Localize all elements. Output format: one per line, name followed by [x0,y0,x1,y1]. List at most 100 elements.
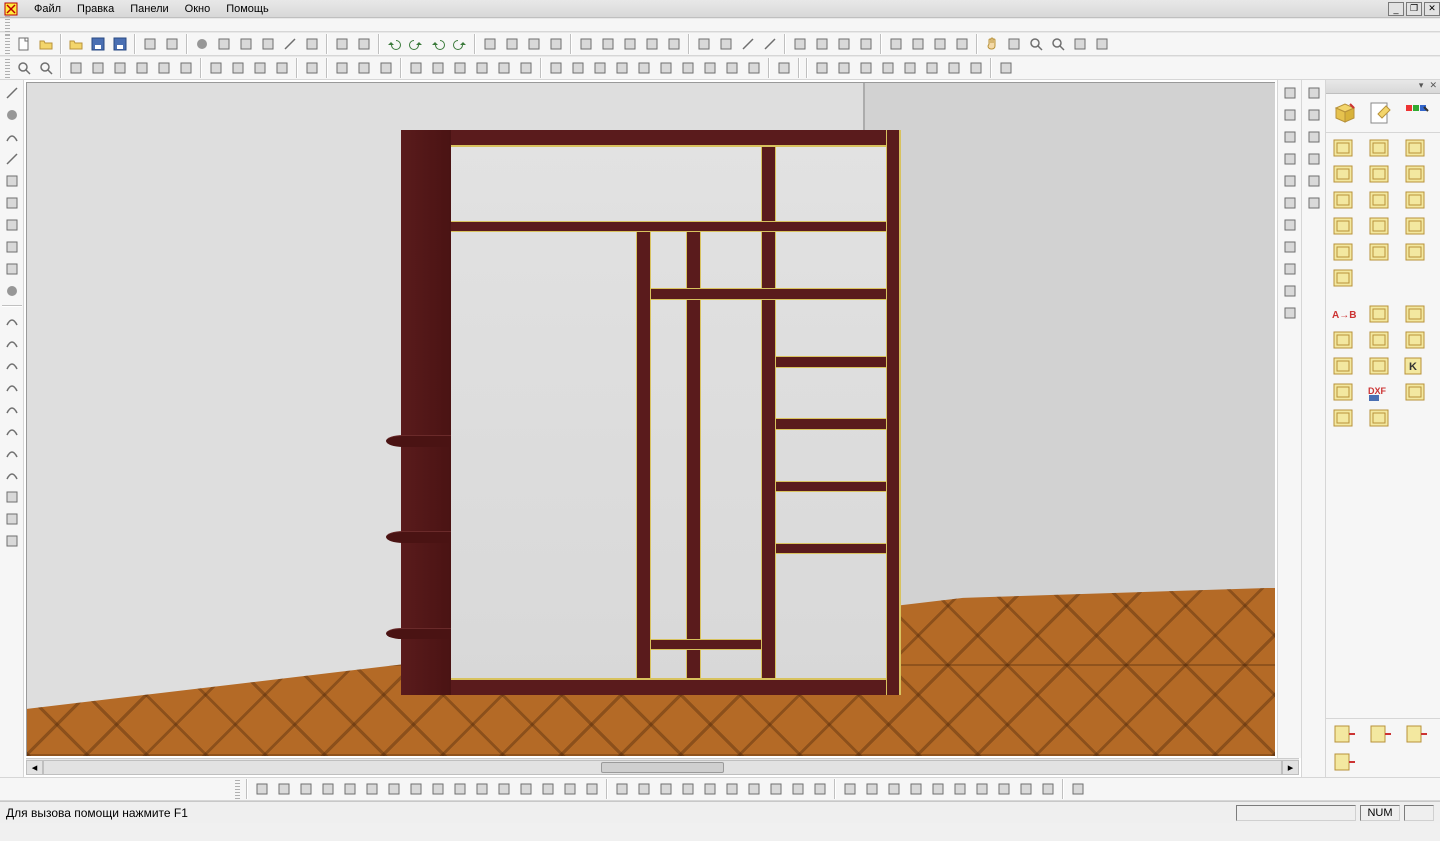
paste-doc-button[interactable] [162,34,182,54]
panel-a-b-button[interactable]: A→B [1330,303,1358,325]
constraint-a-button[interactable] [886,34,906,54]
nav-c-button[interactable] [546,34,566,54]
menu-edit[interactable]: Правка [69,2,122,16]
arrow-button[interactable] [1280,127,1300,147]
pen-button[interactable] [302,34,322,54]
panel-book-button[interactable] [1366,407,1394,429]
save-button[interactable] [88,34,108,54]
door-b-button[interactable] [812,34,832,54]
menu-file[interactable]: Файл [26,2,69,16]
snap-7-button[interactable] [678,58,698,78]
obj-7-button[interactable] [972,779,992,799]
shape-16-button[interactable] [582,779,602,799]
edge-4-button[interactable] [678,779,698,799]
sel-d-button[interactable] [132,58,152,78]
new-doc-button[interactable] [14,34,34,54]
cut-b-button[interactable] [716,34,736,54]
panel-door-r-button[interactable] [1366,723,1394,745]
obj-3-button[interactable] [884,779,904,799]
panel-burst-button[interactable] [1330,355,1358,377]
mirror-button[interactable] [2,487,22,507]
panel-door-l-button[interactable] [1330,723,1358,745]
bracket-button[interactable] [1280,83,1300,103]
close-button[interactable]: ✕ [1424,2,1440,16]
prim-b-button[interactable] [228,58,248,78]
line-v-button[interactable] [760,34,780,54]
undo-list-button[interactable] [428,34,448,54]
shape-15-button[interactable] [560,779,580,799]
action-button[interactable] [1092,34,1112,54]
zoom-out-button[interactable] [36,58,56,78]
minimize-button[interactable]: _ [1388,2,1404,16]
snap-5-button[interactable] [634,58,654,78]
align-4-button[interactable] [878,58,898,78]
align-6-button[interactable] [922,58,942,78]
shape-5-button[interactable] [340,779,360,799]
undo-button[interactable] [384,34,404,54]
table-button[interactable] [1280,259,1300,279]
3d-viewport[interactable] [26,82,1275,756]
panel-wood-button[interactable] [1402,303,1430,325]
panel-batch-button[interactable] [1330,215,1358,237]
open-doc-button[interactable] [36,34,56,54]
grip-icon[interactable] [235,779,240,799]
pencil-button[interactable] [302,58,322,78]
edge-8-button[interactable] [766,779,786,799]
open-folder-button[interactable] [66,34,86,54]
grip-icon[interactable] [5,34,10,54]
edge-2-button[interactable] [634,779,654,799]
shape-4-button[interactable] [318,779,338,799]
panel-label-button[interactable] [1366,215,1394,237]
edge-1-button[interactable] [612,779,632,799]
panel-plain-button[interactable] [1330,137,1358,159]
grid-x-button[interactable] [664,34,684,54]
copy-button[interactable] [332,34,352,54]
scroll-thumb[interactable] [601,762,725,773]
panel-cube-button[interactable] [1366,329,1394,351]
snap-4-button[interactable] [612,58,632,78]
cut-a-button[interactable] [694,34,714,54]
point-button[interactable] [2,281,22,301]
arrow-button[interactable] [1304,83,1324,103]
panel-light-button[interactable] [1366,355,1394,377]
plus-tool-button[interactable] [1280,237,1300,257]
menu-help[interactable]: Помощь [218,2,277,16]
obj-10-button[interactable] [1038,779,1058,799]
curve-c-button[interactable] [2,355,22,375]
edge-7-button[interactable] [744,779,764,799]
wave-button[interactable] [996,58,1016,78]
door-d-button[interactable] [856,34,876,54]
panel-stack-button[interactable] [1402,189,1430,211]
panel-curve-r-button[interactable] [1402,163,1430,185]
scroll-right-button[interactable]: ▸ [1282,760,1299,775]
align-2-button[interactable] [834,58,854,78]
panel-pin-icon[interactable]: ▾ [1416,80,1427,93]
panel-1-button[interactable] [406,58,426,78]
redo-button[interactable] [406,34,426,54]
shape-1-button[interactable] [252,779,272,799]
dim-button[interactable] [1304,127,1324,147]
constraint-d-button[interactable] [952,34,972,54]
polygon-button[interactable] [2,259,22,279]
curve-f-button[interactable] [2,421,22,441]
trim-button[interactable] [2,509,22,529]
panel-dxf-button[interactable]: DXF [1366,381,1394,403]
panel-img-button[interactable] [1330,241,1358,263]
panel-3-button[interactable] [450,58,470,78]
align-1-button[interactable] [812,58,832,78]
grid-r-button[interactable] [642,34,662,54]
align-3-button[interactable] [856,58,876,78]
layer-b-button[interactable] [354,58,374,78]
scroll-track[interactable] [43,760,1282,775]
select-button[interactable] [1280,149,1300,169]
tool-a-button[interactable] [214,34,234,54]
props-button[interactable] [1280,303,1300,323]
snap-1-button[interactable] [546,58,566,78]
grip-icon[interactable] [5,15,10,35]
prim-a-button[interactable] [206,58,226,78]
navigate-button[interactable] [480,34,500,54]
obj-1-button[interactable] [840,779,860,799]
panel-button[interactable] [1280,193,1300,213]
door-c-button[interactable] [834,34,854,54]
shape-13-button[interactable] [516,779,536,799]
